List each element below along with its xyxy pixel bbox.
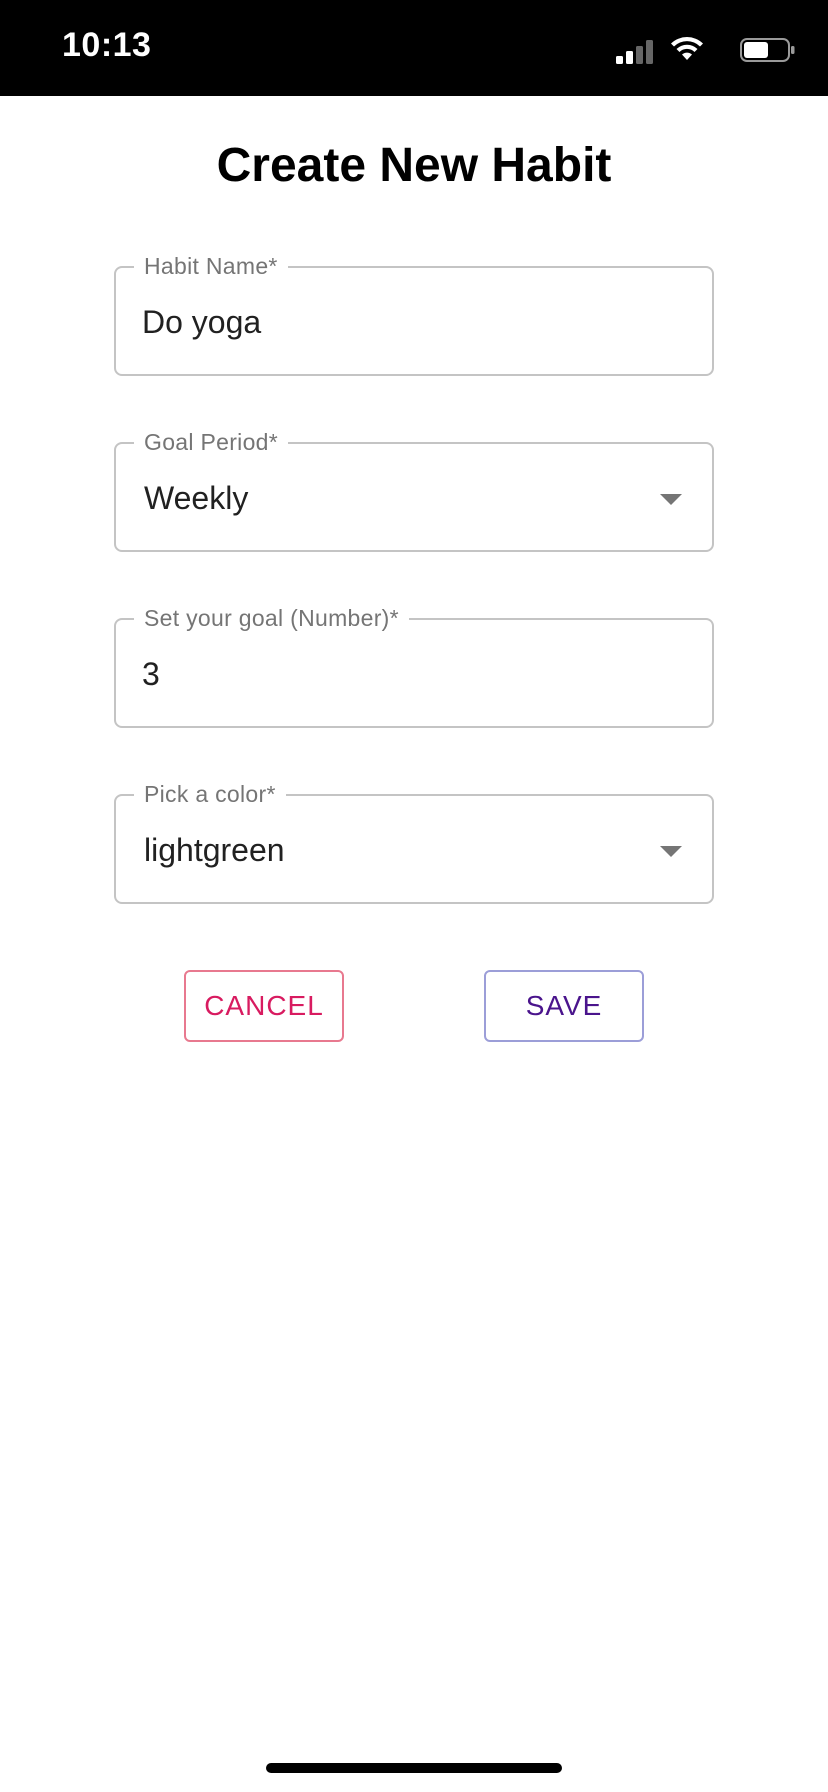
habit-name-label: Habit Name* [134, 252, 288, 280]
battery-icon [740, 38, 795, 62]
page-title: Create New Habit [216, 139, 612, 192]
habit-name-field[interactable]: Habit Name* [114, 252, 714, 376]
goal-number-label: Set your goal (Number)* [134, 604, 409, 632]
cancel-button[interactable]: CANCEL [184, 970, 344, 1042]
color-value: lightgreen [144, 832, 285, 868]
signal-icon [616, 40, 653, 64]
goal-period-label: Goal Period* [134, 428, 289, 456]
home-indicator [266, 1763, 562, 1773]
goal-number-field[interactable]: Set your goal (Number)* [114, 604, 714, 728]
color-select[interactable]: Pick a color* lightgreen [114, 780, 714, 904]
habit-name-input[interactable] [142, 302, 662, 342]
dropdown-arrow-icon [660, 494, 682, 505]
dropdown-arrow-icon [660, 846, 682, 857]
wifi-icon [671, 37, 703, 60]
save-button[interactable]: SAVE [484, 970, 644, 1042]
goal-period-value: Weekly [144, 480, 249, 516]
status-bar: 10:13 [0, 0, 828, 96]
color-label: Pick a color* [134, 780, 286, 808]
goal-number-input[interactable] [142, 654, 662, 694]
goal-period-select[interactable]: Goal Period* Weekly [114, 428, 714, 552]
status-time: 10:13 [62, 26, 152, 64]
